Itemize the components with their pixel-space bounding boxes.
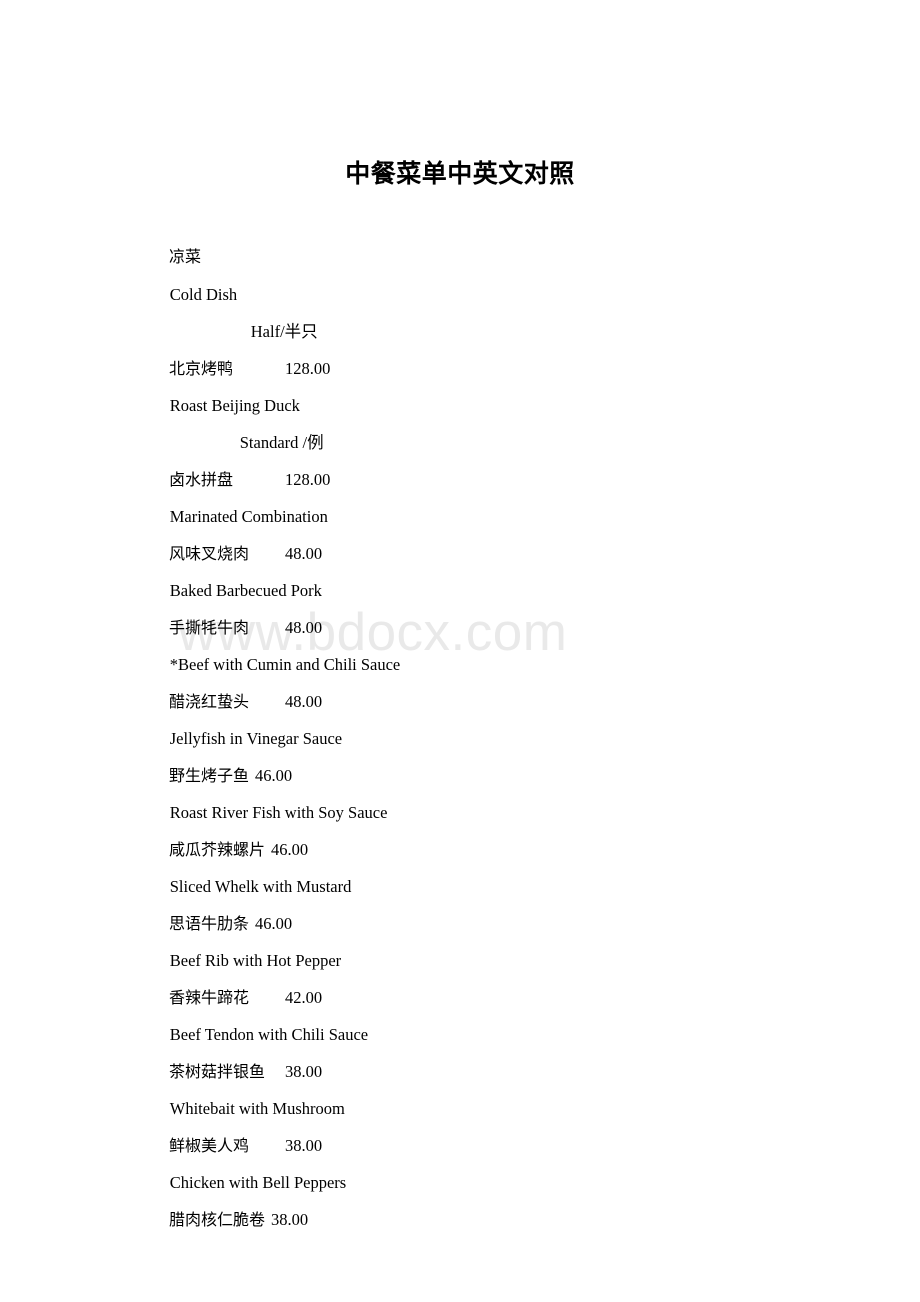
menu-item-row: 腊肉核仁脆卷 38.00 <box>0 1164 920 1229</box>
menu-item-row: 醋浇红蛰头 48.00 <box>0 646 920 711</box>
menu-item-row: 咸瓜芥辣螺片 46.00 <box>0 794 920 859</box>
menu-item-row-en: Roast Beijing Duck <box>0 350 920 415</box>
menu-item-row: 手撕牦牛肉 48.00 <box>0 572 920 637</box>
document-page: www.bdocx.com 中餐菜单中英文对照 凉菜 Cold Dish Hal… <box>0 0 920 1302</box>
category-heading-en: Cold Dish <box>0 239 920 304</box>
portion-header-standard: Standard /例 <box>0 387 920 452</box>
menu-item-row-en: Sliced Whelk with Mustard <box>0 831 920 896</box>
menu-item-row-en: Roast River Fish with Soy Sauce <box>0 757 920 822</box>
menu-item-row: 野生烤子鱼 46.00 <box>0 720 920 785</box>
menu-item-row: 思语牛肋条 46.00 <box>0 868 920 933</box>
menu-item-row: 卤水拼盘 128.00 <box>0 424 920 489</box>
dish-name-zh: 腊肉核仁脆卷 <box>169 1212 266 1229</box>
page-title: 中餐菜单中英文对照 <box>345 160 575 188</box>
menu-item-row: 鲜椒美人鸡 38.00 <box>0 1090 920 1155</box>
portion-header-half: Half/半只 <box>0 276 920 341</box>
menu-item-row-en: *Beef with Cumin and Chili Sauce <box>0 609 920 674</box>
menu-item-row-en: Chicken with Bell Peppers <box>0 1127 920 1192</box>
menu-item-row-en: Whitebait with Mushroom <box>0 1053 920 1118</box>
dish-price: 38.00 <box>271 1210 309 1229</box>
menu-item-row-en: Baked Barbecued Pork <box>0 535 920 600</box>
menu-item-row-en: Jellyfish in Vinegar Sauce <box>0 683 920 748</box>
category-heading-zh: 凉菜 <box>0 202 920 266</box>
menu-item-row: 香辣牛蹄花 42.00 <box>0 942 920 1007</box>
menu-item-row: 北京烤鸭 128.00 <box>0 313 920 378</box>
menu-item-row-en: Beef Tendon with Chili Sauce <box>0 979 920 1044</box>
menu-item-row: 茶树菇拌银鱼 38.00 <box>0 1016 920 1081</box>
menu-item-row-en: Beef Rib with Hot Pepper <box>0 905 920 970</box>
menu-item-row-en: Marinated Combination <box>0 461 920 526</box>
menu-content: 凉菜 Cold Dish Half/半只 北京烤鸭 128.00 Roast Be… <box>0 202 920 1229</box>
menu-item-row: 风味叉烧肉 48.00 <box>0 498 920 563</box>
